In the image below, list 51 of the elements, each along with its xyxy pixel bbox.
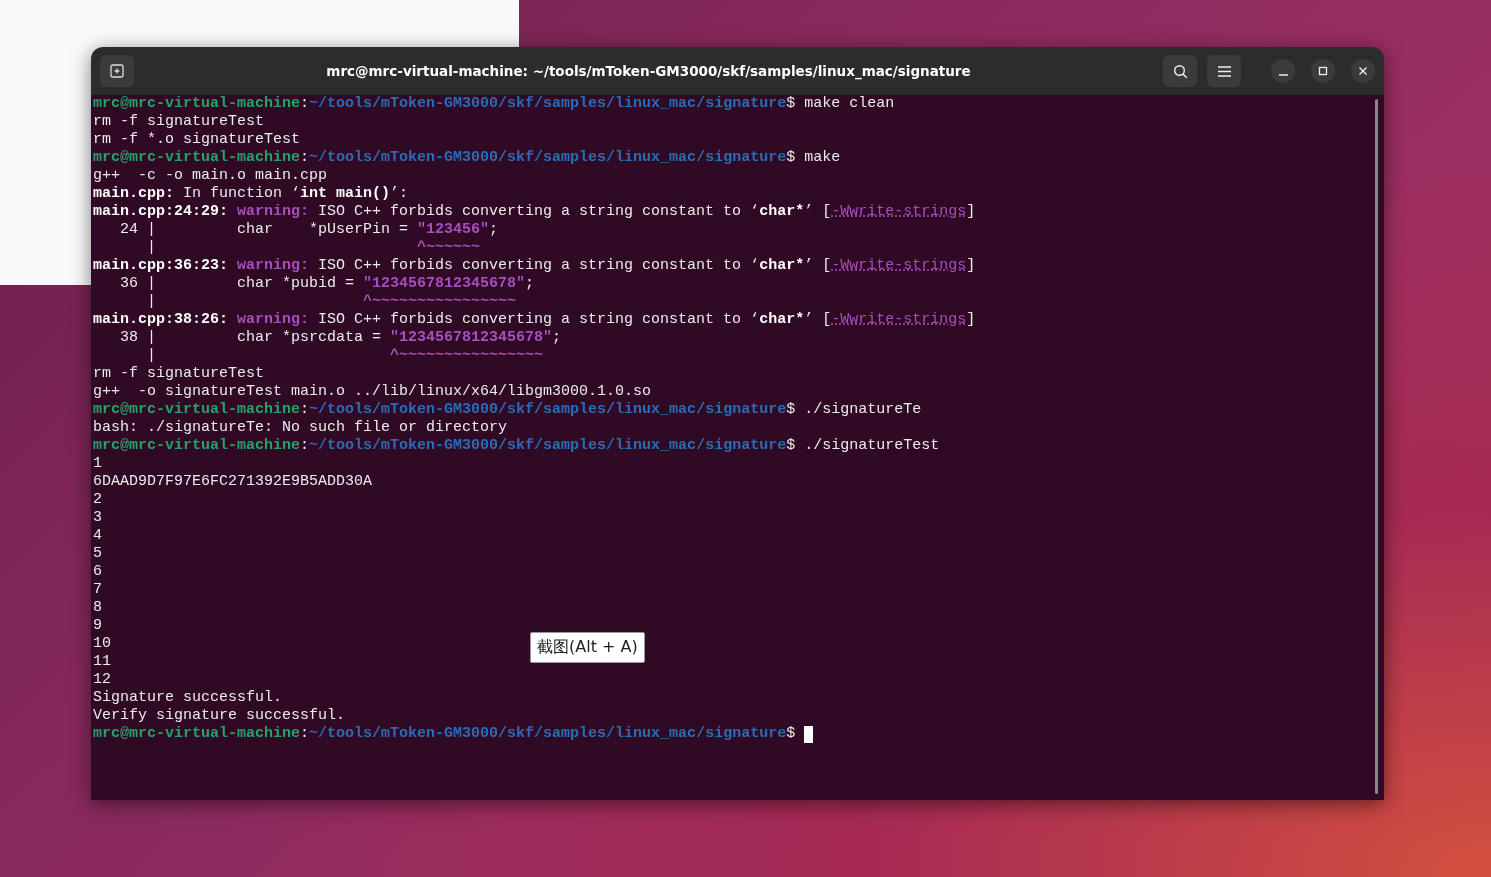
- terminal-line: 5: [93, 545, 102, 563]
- terminal-line: main.cpp:38:26: warning: ISO C++ forbids converting a string constant to ‘char*’ [-Wwrite-strings]: [93, 311, 976, 329]
- minimize-icon: [1278, 73, 1288, 76]
- tooltip: 截图(Alt + A): [530, 632, 645, 663]
- terminal-line: 4: [93, 527, 102, 545]
- terminal-line: 6DAAD9D7F97E6FC271392E9B5ADD30A: [93, 473, 373, 491]
- terminal-line: main.cpp: In function ‘int main()’:: [93, 185, 409, 203]
- terminal-line: main.cpp:36:23: warning: ISO C++ forbids converting a string constant to ‘char*’ [-Wwrite-strings]: [93, 257, 976, 275]
- terminal-line: 12: [93, 671, 111, 689]
- new-tab-button[interactable]: [100, 55, 134, 87]
- terminal-line: Verify signature successful.: [93, 707, 346, 725]
- terminal-line: mrc@mrc-virtual-machine:~/tools/mToken-GM3000/skf/samples/linux_mac/signature$: [93, 725, 814, 743]
- terminal-line: main.cpp:24:29: warning: ISO C++ forbids converting a string constant to ‘char*’ [-Wwrite-strings]: [93, 203, 976, 221]
- close-button[interactable]: [1351, 59, 1375, 83]
- terminal-line: g++ -c -o main.o main.cpp: [93, 167, 328, 185]
- search-icon: [1172, 63, 1188, 79]
- terminal-line: 11: [93, 653, 111, 671]
- terminal-line: rm -f signatureTest: [93, 113, 265, 131]
- menu-button[interactable]: [1207, 55, 1241, 87]
- search-button[interactable]: [1163, 55, 1197, 87]
- terminal-line: mrc@mrc-virtual-machine:~/tools/mToken-GM3000/skf/samples/linux_mac/signature$ make: [93, 149, 841, 167]
- terminal-line: g++ -o signatureTest main.o ../lib/linux/x64/libgm3000.1.0.so: [93, 383, 652, 401]
- new-tab-icon: [110, 64, 124, 78]
- terminal-line: Signature successful.: [93, 689, 283, 707]
- terminal-line: 24 | char *pUserPin = "123456";: [119, 221, 499, 239]
- terminal-line: 1: [93, 455, 102, 473]
- terminal-line: mrc@mrc-virtual-machine:~/tools/mToken-GM3000/skf/samples/linux_mac/signature$ ./signatureTe: [93, 401, 922, 419]
- terminal-line: | ^~~~~~~: [146, 239, 481, 257]
- terminal-line: bash: ./signatureTe: No such file or directory: [93, 419, 508, 437]
- terminal-line: 6: [93, 563, 102, 581]
- maximize-button[interactable]: [1311, 59, 1335, 83]
- terminal-line: | ^~~~~~~~~~~~~~~~~: [146, 347, 544, 365]
- terminal-line: mrc@mrc-virtual-machine:~/tools/mToken-GM3000/skf/samples/linux_mac/signature$ make clean: [93, 95, 895, 113]
- terminal-line: 10: [93, 635, 111, 653]
- terminal-line: 7: [93, 581, 102, 599]
- terminal-line: rm -f *.o signatureTest: [93, 131, 301, 149]
- terminal-line: 2: [93, 491, 102, 509]
- terminal-line: mrc@mrc-virtual-machine:~/tools/mToken-GM3000/skf/samples/linux_mac/signature$ ./signatureTest: [93, 437, 940, 455]
- terminal-line: 38 | char *psrcdata = "1234567812345678";: [119, 329, 562, 347]
- terminal-line: 8: [93, 599, 102, 617]
- menu-icon: [1217, 65, 1231, 77]
- terminal-line: 36 | char *pubid = "1234567812345678";: [119, 275, 535, 293]
- terminal-line: 9: [93, 617, 102, 635]
- window-title: mrc@mrc-virtual-machine: ~/tools/mToken-GM3000/skf/samples/linux_mac/signature: [325, 63, 972, 79]
- minimize-button[interactable]: [1271, 59, 1295, 83]
- scrollbar[interactable]: [1375, 99, 1378, 794]
- terminal-line: | ^~~~~~~~~~~~~~~~~: [146, 293, 517, 311]
- terminal-line: 3: [93, 509, 102, 527]
- close-icon: [1358, 66, 1368, 76]
- terminal-line: rm -f signatureTest: [93, 365, 265, 383]
- maximize-icon: [1318, 66, 1328, 76]
